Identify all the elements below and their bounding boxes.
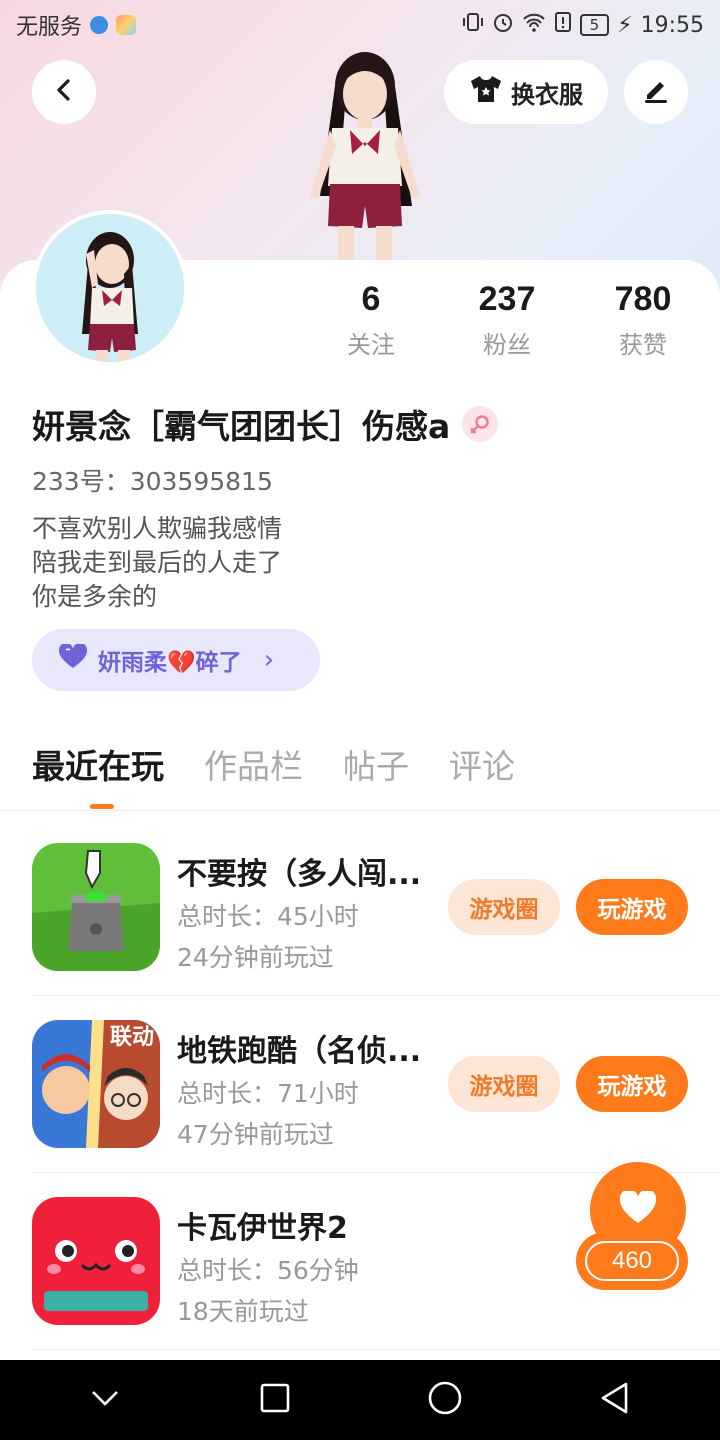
nickname-text: 妍景念［霸气团团长］伤感a bbox=[32, 407, 451, 446]
tab-works[interactable]: 作品栏 bbox=[204, 740, 303, 788]
stat-label: 粉丝 bbox=[483, 331, 531, 359]
game-title: 卡瓦伊世界2 bbox=[177, 1211, 348, 1246]
triangle-back-icon bbox=[600, 1382, 630, 1418]
nav-home-button[interactable] bbox=[415, 1370, 475, 1430]
play-game-button[interactable]: 玩游戏 bbox=[576, 879, 688, 935]
nav-hide-button[interactable] bbox=[75, 1370, 135, 1430]
tab-comments[interactable]: 评论 bbox=[449, 740, 515, 788]
bio-line: 不喜欢别人欺骗我感情 bbox=[32, 514, 283, 543]
game-row[interactable]: 不要按（多人闯... 总时长：45小时 24分钟前玩过 游戏圈 玩游戏 bbox=[32, 843, 720, 1019]
wifi-icon bbox=[522, 11, 546, 39]
square-icon bbox=[260, 1383, 290, 1417]
game-icon bbox=[32, 1197, 160, 1325]
like-count-pill: 460 bbox=[576, 1232, 688, 1290]
female-gender-icon bbox=[462, 406, 499, 442]
bio-line: 陪我走到最后的人走了 bbox=[32, 548, 283, 577]
chevron-left-icon bbox=[52, 78, 76, 106]
system-navigation-bar bbox=[0, 1360, 720, 1440]
stat-followers[interactable]: 237 粉丝 bbox=[452, 280, 562, 360]
user-id: 233号：303595815 bbox=[32, 467, 273, 496]
like-button[interactable]: 460 bbox=[576, 1162, 688, 1292]
shirt-icon bbox=[469, 74, 503, 110]
game-icon bbox=[32, 843, 160, 971]
notification-app-icon bbox=[90, 16, 109, 34]
game-circle-button[interactable]: 游戏圈 bbox=[448, 1056, 560, 1112]
tab-recent-games[interactable]: 最近在玩 bbox=[32, 740, 164, 788]
stats-row: 6 关注 237 粉丝 780 获赞 bbox=[0, 280, 720, 370]
play-game-button[interactable]: 玩游戏 bbox=[576, 1056, 688, 1112]
row-divider bbox=[32, 995, 720, 996]
nav-recents-button[interactable] bbox=[245, 1370, 305, 1430]
avatar-3d-figure[interactable] bbox=[290, 46, 440, 262]
game-duration: 总时长：71小时 bbox=[177, 1079, 359, 1108]
stat-value: 237 bbox=[478, 280, 536, 318]
change-outfit-label: 换衣服 bbox=[511, 80, 583, 109]
circle-icon bbox=[428, 1381, 462, 1419]
svg-text:联动: 联动 bbox=[110, 1025, 154, 1050]
edit-profile-button[interactable] bbox=[624, 60, 688, 124]
relationship-label: 妍雨柔💔碎了 bbox=[98, 650, 242, 676]
bio: 不喜欢别人欺骗我感情 陪我走到最后的人走了 你是多余的 bbox=[32, 512, 282, 614]
like-count: 460 bbox=[585, 1241, 679, 1281]
change-outfit-button[interactable]: 换衣服 bbox=[444, 60, 608, 124]
notification-app-icon bbox=[116, 15, 137, 35]
nav-back-button[interactable] bbox=[585, 1370, 645, 1430]
sim-alert-icon bbox=[554, 11, 572, 39]
status-bar: 无服务 5 ⚡ 19:55 bbox=[0, 0, 720, 50]
stat-label: 获赞 bbox=[619, 331, 667, 359]
game-duration: 总时长：45小时 bbox=[177, 902, 359, 931]
relationship-pill[interactable]: 妍雨柔💔碎了 › bbox=[32, 629, 320, 691]
game-last-played: 24分钟前玩过 bbox=[177, 943, 334, 972]
game-title: 不要按（多人闯... bbox=[177, 857, 422, 892]
active-tab-indicator bbox=[90, 804, 114, 809]
bio-line: 你是多余的 bbox=[32, 582, 158, 611]
game-icon: 联动 bbox=[32, 1020, 160, 1148]
game-circle-button[interactable]: 游戏圈 bbox=[448, 879, 560, 935]
game-duration: 总时长：56分钟 bbox=[177, 1256, 359, 1285]
charging-icon: ⚡ bbox=[617, 12, 633, 38]
heart-icon bbox=[619, 1189, 657, 1229]
row-divider bbox=[32, 1349, 720, 1350]
game-title: 地铁跑酷（名侦... bbox=[177, 1034, 422, 1069]
purple-heart-icon bbox=[58, 642, 88, 676]
stat-likes[interactable]: 780 获赞 bbox=[588, 280, 698, 360]
chevron-right-icon: › bbox=[263, 645, 275, 675]
back-button[interactable] bbox=[32, 60, 96, 124]
profile-tabs: 最近在玩 作品栏 帖子 评论 bbox=[32, 740, 515, 788]
game-last-played: 47分钟前玩过 bbox=[177, 1120, 334, 1149]
pencil-icon bbox=[641, 75, 671, 109]
vibrate-icon bbox=[462, 11, 484, 39]
battery-level: 5 bbox=[579, 14, 610, 36]
clock-text: 19:55 bbox=[640, 12, 704, 38]
stat-value: 6 bbox=[361, 280, 381, 318]
tab-posts[interactable]: 帖子 bbox=[343, 740, 409, 788]
alarm-icon bbox=[492, 11, 514, 39]
nickname: 妍景念［霸气团团长］伤感a bbox=[32, 400, 499, 448]
stat-following[interactable]: 6 关注 bbox=[316, 280, 426, 360]
carrier-text: 无服务 bbox=[16, 15, 83, 40]
stat-label: 关注 bbox=[347, 331, 395, 359]
game-last-played: 18天前玩过 bbox=[177, 1297, 309, 1326]
stat-value: 780 bbox=[614, 280, 672, 318]
chevron-down-icon bbox=[91, 1390, 119, 1410]
tab-divider bbox=[0, 810, 720, 811]
